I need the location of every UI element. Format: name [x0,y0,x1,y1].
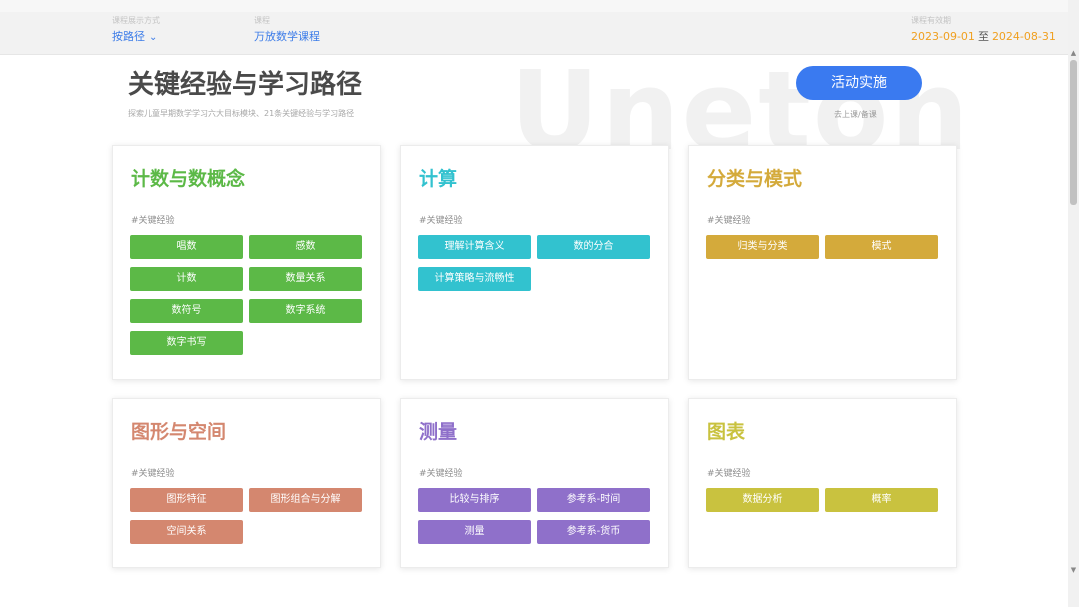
tag-button[interactable]: 数的分合 [537,235,650,259]
card-hashtag: #关键经验 [419,216,463,226]
card-title: 分类与模式 [707,168,803,190]
tag-button[interactable]: 计数 [130,267,243,291]
display-mode-group: 课程展示方式 按路径 ⌄ [112,16,160,46]
tag-list: 唱数 感数计数 数量关系数符号 数字系统数字书写 [130,235,370,363]
activity-implement-button[interactable]: 活动实施 [796,66,922,100]
module-card-calculation[interactable]: 计算 #关键经验 理解计算含义 数的分合计算策略与流畅性 [400,145,669,380]
arrow-down-icon[interactable]: ▼ [1068,565,1079,575]
tag-list: 图形特征 图形组合与分解空间关系 [130,488,370,552]
main-content: Uneton 关键经验与学习路径 探索儿童早期数学学习六大目标模块、21条关键经… [0,55,1068,607]
tag-button[interactable]: 图形组合与分解 [249,488,362,512]
display-mode-select[interactable]: 按路径 ⌄ [112,29,160,46]
card-title: 计数与数概念 [131,168,246,190]
period-start: 2023-09-01 [911,30,975,43]
tag-button[interactable]: 感数 [249,235,362,259]
card-title: 测量 [419,421,458,443]
period-separator: 至 [977,30,989,43]
card-hashtag: #关键经验 [707,216,751,226]
tag-button[interactable]: 理解计算含义 [418,235,531,259]
module-card-geometry[interactable]: 图形与空间 #关键经验 图形特征 图形组合与分解空间关系 [112,398,381,568]
tag-button[interactable]: 数据分析 [706,488,819,512]
page-scrollbar[interactable]: ▲ ▼ [1068,0,1079,607]
card-hashtag: #关键经验 [131,469,175,479]
page-title: 关键经验与学习路径 [128,70,363,100]
tag-button[interactable]: 比较与排序 [418,488,531,512]
course-select[interactable]: 万放数学课程 [254,29,320,45]
page-subtitle: 探索儿童早期数学学习六大目标模块、21条关键经验与学习路径 [128,109,355,118]
course-group: 课程 万放数学课程 [254,16,320,45]
tag-button[interactable]: 概率 [825,488,938,512]
top-filter-bar: 课程展示方式 按路径 ⌄ 课程 万放数学课程 课程有效期 2023-09-01 至 2… [0,12,1068,55]
display-mode-label: 课程展示方式 [112,16,160,25]
tag-button[interactable]: 计算策略与流畅性 [418,267,531,291]
card-hashtag: #关键经验 [707,469,751,479]
module-card-measurement[interactable]: 测量 #关键经验 比较与排序 参考系-时间测量 参考系-货币 [400,398,669,568]
tag-button[interactable]: 数字系统 [249,299,362,323]
tag-button[interactable]: 数字书写 [130,331,243,355]
card-hashtag: #关键经验 [131,216,175,226]
card-title: 计算 [419,168,458,190]
period-end: 2024-08-31 [991,30,1056,43]
tag-button[interactable]: 空间关系 [130,520,243,544]
period-range[interactable]: 2023-09-01 至 2024-08-31 [911,29,1056,45]
period-group: 课程有效期 2023-09-01 至 2024-08-31 [911,16,1056,45]
card-title: 图表 [707,421,746,443]
tag-button[interactable]: 测量 [418,520,531,544]
tag-button[interactable]: 模式 [825,235,938,259]
chevron-down-icon: ⌄ [149,32,158,43]
tag-button[interactable]: 参考系-货币 [537,520,650,544]
tag-button[interactable]: 归类与分类 [706,235,819,259]
activity-sub-link[interactable]: 去上课/备课 [834,109,877,120]
tag-button[interactable]: 唱数 [130,235,243,259]
module-card-charts[interactable]: 图表 #关键经验 数据分析 概率 [688,398,957,568]
scroll-thumb[interactable] [1070,60,1077,205]
tag-list: 数据分析 概率 [706,488,946,520]
module-card-counting[interactable]: 计数与数概念 #关键经验 唱数 感数计数 数量关系数符号 数字系统数字书写 [112,145,381,380]
period-label: 课程有效期 [911,16,951,25]
display-mode-value: 按路径 [112,30,145,43]
tag-list: 比较与排序 参考系-时间测量 参考系-货币 [418,488,658,552]
tag-button[interactable]: 数量关系 [249,267,362,291]
arrow-up-icon[interactable]: ▲ [1068,48,1079,58]
module-card-classification[interactable]: 分类与模式 #关键经验 归类与分类 模式 [688,145,957,380]
tag-button[interactable]: 参考系-时间 [537,488,650,512]
course-label: 课程 [254,16,270,25]
card-title: 图形与空间 [131,421,227,443]
tag-button[interactable]: 图形特征 [130,488,243,512]
tag-list: 理解计算含义 数的分合计算策略与流畅性 [418,235,658,299]
card-hashtag: #关键经验 [419,469,463,479]
tag-list: 归类与分类 模式 [706,235,946,267]
tag-button[interactable]: 数符号 [130,299,243,323]
